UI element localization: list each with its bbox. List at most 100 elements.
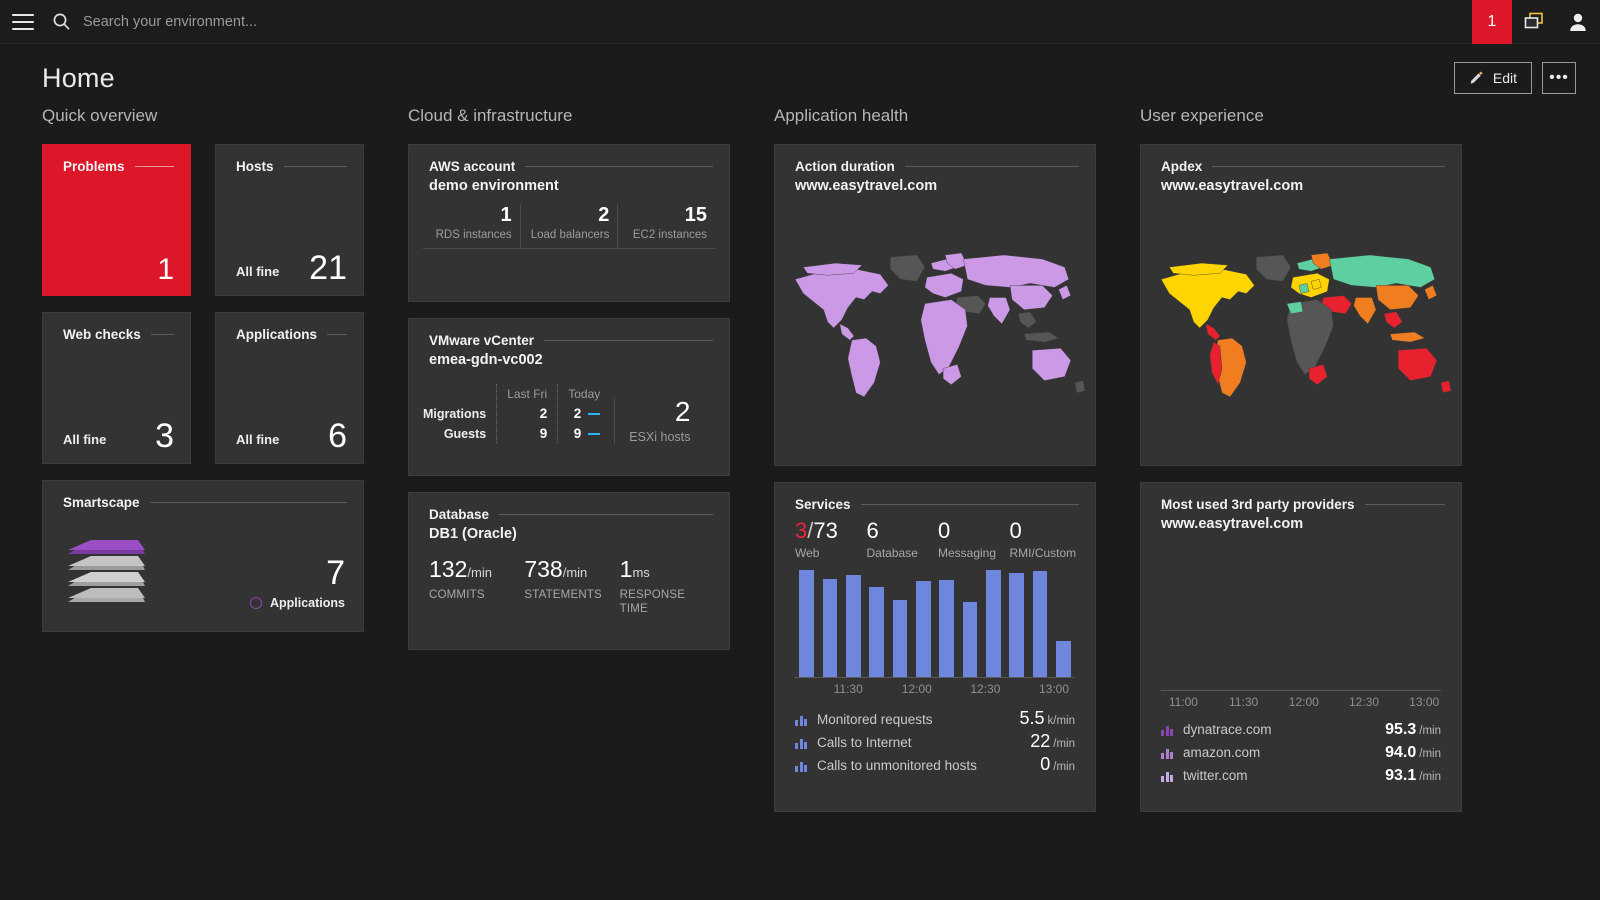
header-actions: Edit ••• bbox=[1454, 62, 1576, 94]
search-icon[interactable] bbox=[52, 12, 71, 31]
more-options-button[interactable]: ••• bbox=[1542, 62, 1576, 94]
tile-web-checks-value: 3 bbox=[155, 419, 174, 453]
bar-slot bbox=[1183, 576, 1194, 690]
services-count-rmi-value: 0 bbox=[1010, 520, 1082, 542]
chart-bar bbox=[986, 570, 1000, 677]
bar-slot bbox=[1247, 576, 1258, 690]
chart-bar bbox=[1009, 573, 1023, 677]
chart-bar bbox=[846, 575, 860, 677]
tile-services[interactable]: Services 3/73 Web 6 Database 0 Messaging bbox=[774, 482, 1096, 812]
legend-item[interactable]: Calls to Internet 22 /min bbox=[795, 731, 1075, 754]
db-metric-commits: 132/min COMMITS bbox=[429, 558, 524, 617]
bar-slot bbox=[1215, 576, 1226, 690]
tile-smartscape-label: Smartscape bbox=[63, 495, 140, 510]
tile-applications[interactable]: Applications All fine 6 bbox=[215, 312, 364, 464]
axis-tick-label: 12:00 bbox=[1289, 695, 1319, 709]
bar-chart-icon bbox=[795, 761, 811, 772]
aws-metric-ec2-value: 15 bbox=[624, 204, 707, 226]
tile-apdex-header: Apdex bbox=[1141, 145, 1461, 174]
tile-action-duration[interactable]: Action duration www.easytravel.com bbox=[774, 144, 1096, 466]
world-map-icon bbox=[783, 207, 1087, 457]
world-map-icon bbox=[1149, 207, 1453, 457]
bar-slot bbox=[795, 570, 818, 677]
tile-header-rule bbox=[1212, 166, 1445, 167]
tile-third-party-providers[interactable]: Most used 3rd party providers www.easytr… bbox=[1140, 482, 1462, 812]
aws-metric-rds-label: RDS instances bbox=[429, 228, 512, 242]
axis-tick-label: 11:30 bbox=[834, 682, 863, 696]
user-icon[interactable] bbox=[1556, 0, 1600, 44]
bar-chart-icon bbox=[795, 738, 811, 749]
search-input[interactable] bbox=[83, 14, 583, 30]
tile-smartscape-metrics: 7 Applications bbox=[250, 556, 345, 610]
page-title: Home bbox=[42, 63, 115, 94]
tile-web-checks-label: Web checks bbox=[63, 327, 141, 342]
vmware-row-label-spacer bbox=[423, 384, 486, 404]
tile-smartscape[interactable]: Smartscape 7 bbox=[42, 480, 364, 632]
chart-bar bbox=[916, 581, 930, 677]
trend-flat-icon bbox=[588, 433, 600, 436]
tile-apdex[interactable]: Apdex www.easytravel.com bbox=[1140, 144, 1462, 466]
edit-button[interactable]: Edit bbox=[1454, 62, 1532, 94]
vmware-esxi-hosts: 2 ESXi hosts bbox=[614, 398, 690, 444]
aws-metric-ec2: 15 EC2 instances bbox=[617, 204, 715, 249]
column-title-application-health: Application health bbox=[774, 106, 1140, 130]
legend-item[interactable]: Monitored requests 5.5 k/min bbox=[795, 708, 1075, 731]
column-title-user-experience: User experience bbox=[1140, 106, 1506, 130]
bar-slot bbox=[1161, 576, 1172, 690]
chart-bar bbox=[963, 602, 977, 677]
services-bar-chart[interactable] bbox=[795, 570, 1075, 678]
tile-vmware-vcenter[interactable]: VMware vCenter emea-gdn-vc002 Migrations… bbox=[408, 318, 730, 476]
vmware-last-fri-guests: 9 bbox=[507, 424, 547, 444]
legend-item[interactable]: amazon.com 94.0 /min bbox=[1161, 744, 1441, 767]
tile-database[interactable]: Database DB1 (Oracle) 132/min COMMITS 73… bbox=[408, 492, 730, 650]
legend-value: 5.5 bbox=[1019, 708, 1044, 729]
tile-header-rule bbox=[284, 166, 347, 167]
legend-item[interactable]: dynatrace.com 95.3 /min bbox=[1161, 721, 1441, 744]
vmware-today-migrations: 2 bbox=[574, 404, 582, 424]
top-navigation-bar: 1 bbox=[0, 0, 1600, 44]
column-title-quick-overview: Quick overview bbox=[42, 106, 408, 130]
legend-item[interactable]: Calls to unmonitored hosts 0 /min bbox=[795, 754, 1075, 777]
services-bars bbox=[795, 570, 1075, 677]
axis-tick-label: 13:00 bbox=[1409, 695, 1439, 709]
tile-vmware-subtitle: emea-gdn-vc002 bbox=[409, 348, 729, 368]
vmware-row-label-guests: Guests bbox=[423, 424, 486, 444]
tile-database-metrics: 132/min COMMITS 738/min STATEMENTS 1ms R… bbox=[409, 542, 729, 617]
tile-aws-subtitle: demo environment bbox=[409, 174, 729, 194]
dashboard-board: Quick overview Problems 1 Hosts All bbox=[0, 98, 1600, 828]
bar-slot bbox=[1028, 570, 1051, 677]
legend-name: amazon.com bbox=[1183, 745, 1385, 760]
aws-metric-lb-label: Load balancers bbox=[527, 228, 610, 242]
alert-count-badge[interactable]: 1 bbox=[1472, 0, 1512, 44]
bar-slot bbox=[982, 570, 1005, 677]
legend-unit: /min bbox=[1053, 738, 1075, 750]
apdex-world-map[interactable] bbox=[1149, 207, 1453, 457]
vmware-today-header: Today bbox=[568, 384, 600, 404]
vmware-last-fri-migrations: 2 bbox=[507, 404, 547, 424]
db-metric-commits-value: 132 bbox=[429, 556, 467, 582]
tile-vmware-table: Migrations Guests Last Fri 2 9 Today 2 9 bbox=[409, 368, 729, 444]
tile-web-checks[interactable]: Web checks All fine 3 bbox=[42, 312, 191, 464]
column-user-experience: User experience Apdex www.easytravel.com bbox=[1140, 106, 1506, 828]
hamburger-icon[interactable] bbox=[12, 14, 34, 30]
column-quick-overview: Quick overview Problems 1 Hosts All bbox=[42, 106, 408, 828]
alert-count-value: 1 bbox=[1488, 13, 1497, 31]
providers-legend: dynatrace.com 95.3 /min amazon.com 94.0 … bbox=[1161, 721, 1441, 790]
action-duration-world-map[interactable] bbox=[783, 207, 1087, 457]
tile-aws-account[interactable]: AWS account demo environment 1 RDS insta… bbox=[408, 144, 730, 302]
legend-unit: k/min bbox=[1048, 715, 1075, 727]
tile-problems[interactable]: Problems 1 bbox=[42, 144, 191, 296]
windows-icon[interactable] bbox=[1512, 0, 1556, 44]
bar-slot bbox=[1419, 576, 1430, 690]
bar-slot bbox=[935, 570, 958, 677]
chart-bar bbox=[1056, 641, 1070, 677]
providers-bar-chart[interactable] bbox=[1161, 576, 1441, 691]
tile-hosts[interactable]: Hosts All fine 21 bbox=[215, 144, 364, 296]
legend-item[interactable]: twitter.com 93.1 /min bbox=[1161, 767, 1441, 790]
tile-header-rule bbox=[544, 340, 713, 341]
chart-bar bbox=[823, 579, 837, 677]
tile-applications-header: Applications bbox=[216, 313, 363, 342]
bar-slot bbox=[1398, 576, 1409, 690]
applications-dot-icon bbox=[250, 597, 262, 609]
aws-metric-rds-value: 1 bbox=[429, 204, 512, 226]
